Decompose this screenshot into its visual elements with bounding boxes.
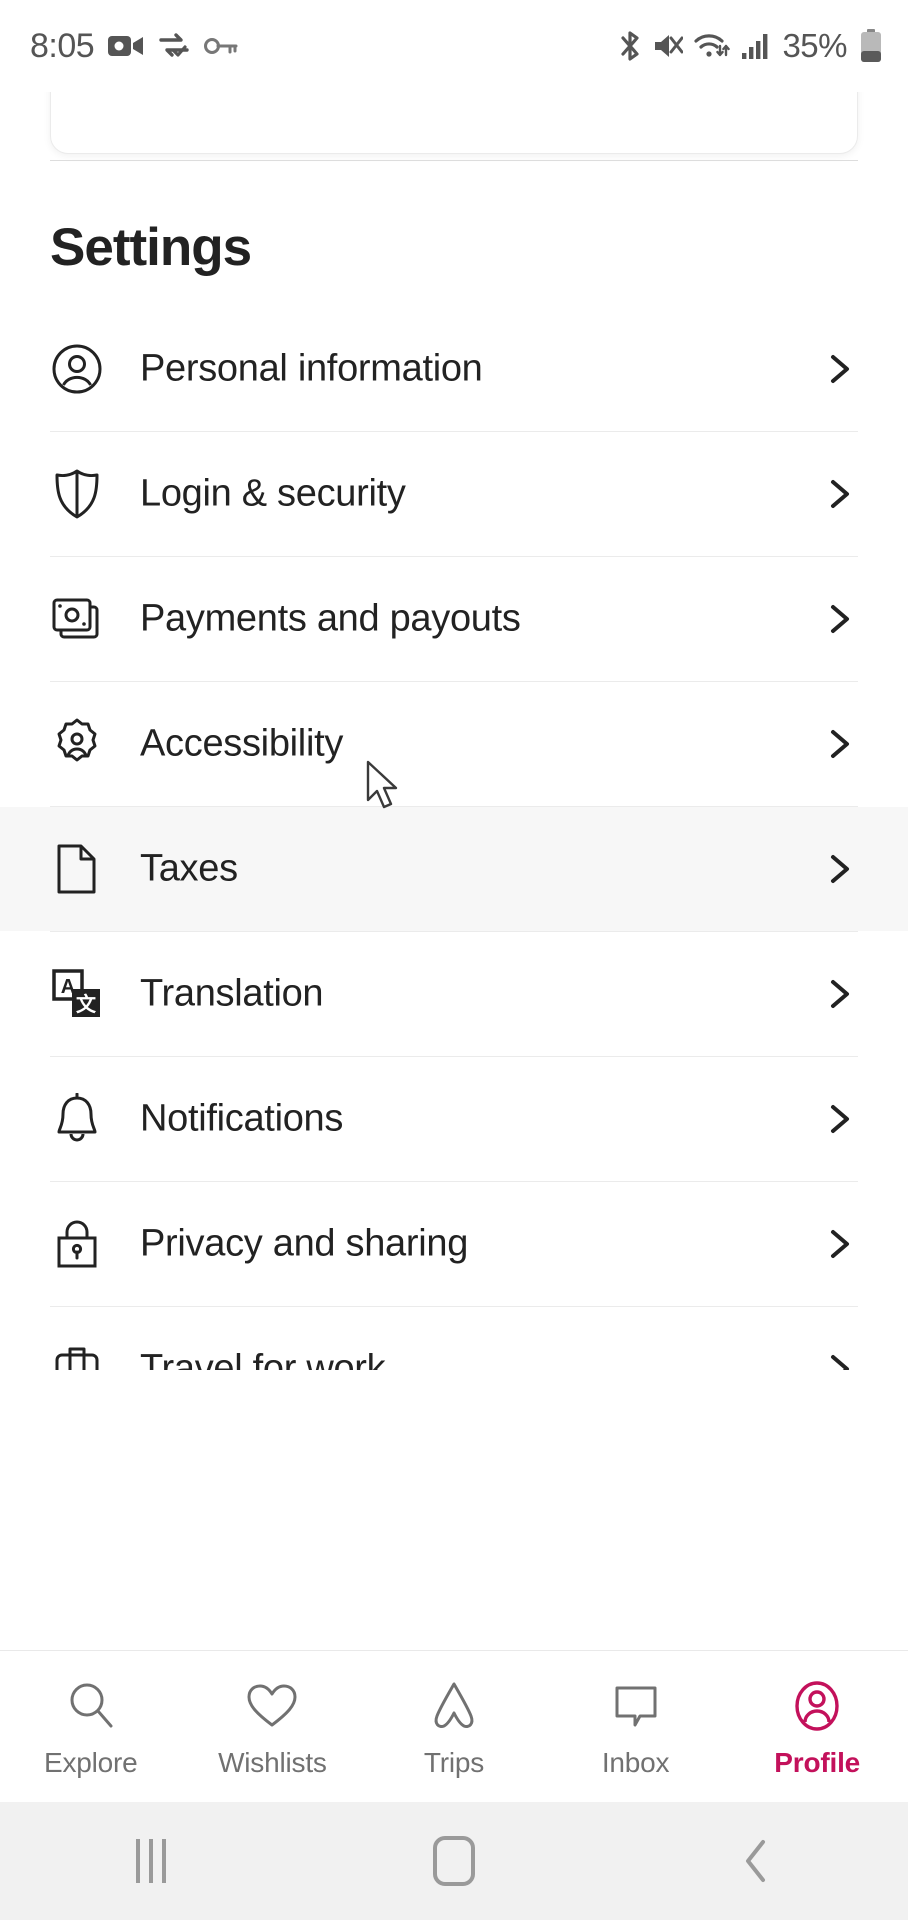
- settings-row-label: Personal information: [140, 347, 483, 390]
- chevron-right-icon: [822, 1227, 856, 1261]
- svg-text:文: 文: [76, 992, 97, 1016]
- accessibility-gear-icon: [50, 717, 104, 771]
- chevron-right-icon: [822, 1352, 856, 1370]
- status-bar-clock: 8:05: [30, 26, 95, 65]
- tab-trips[interactable]: Trips: [364, 1675, 544, 1779]
- message-bubble-icon: [608, 1675, 664, 1737]
- settings-row-label: Privacy and sharing: [140, 1222, 469, 1265]
- settings-row-notifications[interactable]: Notifications: [0, 1057, 908, 1181]
- search-icon: [63, 1675, 119, 1737]
- chevron-right-icon: [822, 727, 856, 761]
- vpn-key-icon: [204, 36, 238, 56]
- translate-icon: A 文: [50, 967, 104, 1021]
- chevron-right-icon: [822, 1102, 856, 1136]
- shield-icon: [50, 467, 104, 521]
- user-circle-icon: [50, 342, 104, 396]
- settings-row-payments-payouts[interactable]: Payments and payouts: [0, 557, 908, 681]
- tab-explore[interactable]: Explore: [1, 1675, 181, 1779]
- tab-label: Wishlists: [218, 1746, 327, 1778]
- chevron-right-icon: [822, 477, 856, 511]
- settings-row-login-security[interactable]: Login & security: [0, 432, 908, 556]
- settings-row-label: Accessibility: [140, 722, 344, 765]
- page-title: Settings: [50, 218, 252, 277]
- settings-row-taxes[interactable]: Taxes: [0, 807, 908, 931]
- bell-icon: [50, 1092, 104, 1146]
- data-saver-icon: [158, 32, 190, 60]
- section-divider-top: [50, 160, 858, 161]
- bottom-tab-bar: Explore Wishlists Trips Inbox Profile: [0, 1650, 908, 1802]
- volume-mute-icon: [653, 32, 684, 60]
- settings-row-accessibility[interactable]: Accessibility: [0, 682, 908, 806]
- battery-icon: [860, 29, 882, 63]
- phone-screen: 8:05 35% Settings Personal information L…: [0, 0, 908, 1920]
- briefcase-icon: [50, 1342, 104, 1370]
- settings-row-personal-information[interactable]: Personal information: [0, 307, 908, 431]
- settings-row-label: Taxes: [140, 847, 238, 890]
- profile-circle-icon: [789, 1675, 845, 1737]
- chevron-right-icon: [822, 602, 856, 636]
- tab-label: Inbox: [601, 1746, 670, 1778]
- settings-row-label: Translation: [140, 972, 324, 1015]
- promo-title: Start earning!: [97, 92, 325, 93]
- wifi-icon: [694, 32, 731, 60]
- settings-row-label: Notifications: [140, 1097, 344, 1140]
- settings-row-travel-for-work[interactable]: Travel for work: [0, 1307, 908, 1370]
- document-icon: [50, 842, 104, 896]
- back-icon[interactable]: [667, 1802, 847, 1920]
- lock-icon: [50, 1217, 104, 1271]
- tab-wishlists[interactable]: Wishlists: [182, 1675, 362, 1779]
- earning-promo-card[interactable]: Start earning!: [50, 92, 858, 154]
- recents-icon[interactable]: [61, 1802, 241, 1920]
- heart-icon: [244, 1675, 300, 1737]
- tab-inbox[interactable]: Inbox: [546, 1675, 726, 1779]
- tab-label: Profile: [774, 1746, 861, 1778]
- settings-row-label: Travel for work: [140, 1347, 386, 1371]
- chevron-right-icon: [822, 352, 856, 386]
- settings-scroll-area[interactable]: Start earning! Settings Personal informa…: [0, 92, 908, 1370]
- home-icon[interactable]: [364, 1802, 544, 1920]
- chevron-right-icon: [822, 852, 856, 886]
- video-camera-icon: [108, 33, 144, 59]
- settings-row-label: Login & security: [140, 472, 406, 515]
- android-navigation-bar: [0, 1802, 908, 1920]
- battery-percent-label: 35%: [782, 27, 847, 64]
- tab-label: Trips: [423, 1746, 485, 1778]
- banknotes-icon: [50, 592, 104, 646]
- bluetooth-icon: [618, 30, 642, 62]
- settings-row-translation[interactable]: A 文 Translation: [0, 932, 908, 1056]
- settings-row-privacy-sharing[interactable]: Privacy and sharing: [0, 1182, 908, 1306]
- tab-profile[interactable]: Profile: [727, 1675, 907, 1779]
- cellular-signal-icon: [741, 32, 771, 60]
- tab-label: Explore: [44, 1746, 138, 1778]
- status-bar-left: 8:05: [30, 27, 238, 66]
- chevron-right-icon: [822, 977, 856, 1011]
- status-bar: 8:05 35%: [0, 0, 908, 92]
- airbnb-belo-icon: [426, 1675, 482, 1737]
- settings-row-label: Payments and payouts: [140, 597, 521, 640]
- status-bar-right: 35%: [618, 27, 882, 65]
